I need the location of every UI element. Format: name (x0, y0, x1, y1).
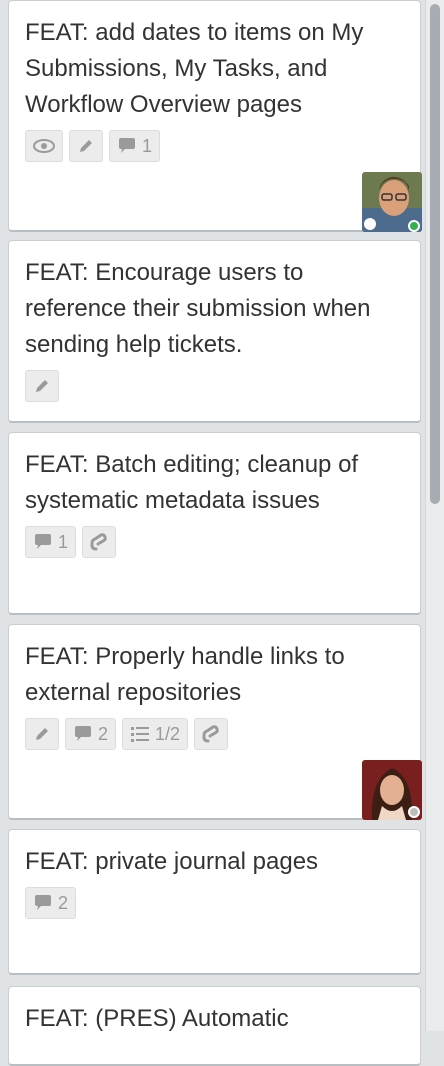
card[interactable]: FEAT: Batch editing; cleanup of systemat… (8, 432, 421, 615)
comments-count: 2 (58, 892, 69, 913)
comments-count: 1 (142, 135, 153, 156)
eye-icon (33, 139, 55, 153)
card[interactable]: FEAT: Encourage users to reference their… (8, 240, 421, 423)
description-badge[interactable] (69, 130, 103, 162)
card-title: FEAT: (PRES) Automatic (25, 1005, 289, 1032)
checklist-count: 1/2 (155, 723, 181, 744)
paperclip-icon (90, 533, 108, 551)
card-title: FEAT: Properly handle links to external … (25, 643, 345, 706)
comments-badge[interactable]: 1 (25, 526, 77, 558)
checklist-icon (130, 725, 150, 743)
card[interactable]: FEAT: (PRES) Automatic (8, 986, 421, 1066)
description-badge[interactable] (25, 370, 59, 402)
description-badge[interactable] (25, 718, 59, 750)
attachment-badge[interactable] (194, 718, 229, 750)
comments-badge[interactable]: 1 (109, 130, 161, 162)
card-badges: 1 (25, 129, 404, 163)
speech-bubble-icon (33, 533, 53, 551)
checklist-badge[interactable]: 1/2 (122, 718, 189, 750)
attachment-badge[interactable] (82, 526, 117, 558)
pencil-icon (77, 137, 95, 155)
card-title: FEAT: Batch editing; cleanup of systemat… (25, 451, 359, 514)
card-title: FEAT: Encourage users to reference their… (25, 259, 371, 358)
list-scrollbar[interactable] (425, 0, 444, 1031)
card-badges (25, 369, 404, 403)
member-avatar[interactable] (362, 760, 422, 820)
pencil-icon (33, 725, 51, 743)
paperclip-icon (202, 725, 220, 743)
pencil-icon (33, 377, 51, 395)
comments-count: 2 (98, 723, 109, 744)
card[interactable]: FEAT: add dates to items on My Submissio… (8, 0, 422, 232)
card-list: FEAT: add dates to items on My Submissio… (0, 0, 426, 1066)
card-badges: 2 1/2 (25, 717, 404, 751)
speech-bubble-icon (33, 894, 53, 912)
member-avatar[interactable] (362, 172, 422, 232)
comments-count: 1 (58, 531, 69, 552)
card[interactable]: FEAT: Properly handle links to external … (8, 624, 422, 820)
card-title: FEAT: add dates to items on My Submissio… (25, 19, 364, 118)
card-badges: 1 (25, 525, 404, 559)
watch-badge[interactable] (25, 130, 63, 162)
speech-bubble-icon (117, 137, 137, 155)
comments-badge[interactable]: 2 (25, 887, 77, 919)
card-title: FEAT: private journal pages (25, 848, 319, 875)
scrollbar-thumb[interactable] (430, 4, 440, 504)
card[interactable]: FEAT: private journal pages 2 (8, 829, 421, 975)
comments-badge[interactable]: 2 (65, 718, 117, 750)
card-badges: 2 (25, 886, 404, 920)
speech-bubble-icon (73, 725, 93, 743)
